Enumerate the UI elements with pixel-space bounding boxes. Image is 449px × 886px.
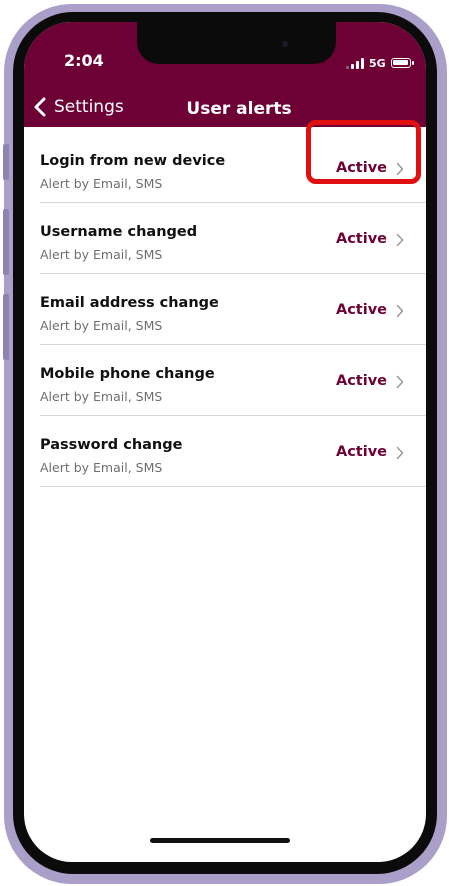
alert-row-email[interactable]: Email address change Alert by Email, SMS… <box>24 274 426 345</box>
screen: 2:04 5G Settings User alerts Login from … <box>24 22 426 862</box>
alert-status: Active <box>335 231 387 247</box>
notch <box>137 22 336 64</box>
alert-subtitle: Alert by Email, SMS <box>40 389 163 404</box>
page-title: User alerts <box>186 99 292 119</box>
alert-row-username[interactable]: Username changed Alert by Email, SMS Act… <box>24 203 426 274</box>
phone-bezel: 2:04 5G Settings User alerts Login from … <box>13 12 437 874</box>
alert-status: Active <box>335 302 387 318</box>
chevron-right-icon <box>396 162 404 176</box>
alert-status: Active <box>335 373 387 389</box>
alert-title: Username changed <box>40 224 198 240</box>
alert-row-password[interactable]: Password change Alert by Email, SMS Acti… <box>24 416 426 487</box>
home-indicator <box>150 838 290 843</box>
battery-icon <box>390 58 414 68</box>
alert-status: Active <box>335 160 387 176</box>
alert-title: Email address change <box>40 295 219 311</box>
alert-title: Mobile phone change <box>40 366 215 382</box>
status-indicators: 5G <box>346 56 414 70</box>
alert-status: Active <box>335 444 387 460</box>
signal-bars-icon <box>346 57 364 69</box>
alert-row-mobile[interactable]: Mobile phone change Alert by Email, SMS … <box>24 345 426 416</box>
alert-subtitle: Alert by Email, SMS <box>40 318 163 333</box>
status-time: 2:04 <box>64 51 104 70</box>
network-label: 5G <box>369 56 386 70</box>
alert-row-login[interactable]: Login from new device Alert by Email, SM… <box>24 132 426 203</box>
alert-subtitle: Alert by Email, SMS <box>40 247 163 262</box>
divider <box>40 486 426 487</box>
camera-icon <box>282 41 288 47</box>
chevron-right-icon <box>396 375 404 389</box>
alert-subtitle: Alert by Email, SMS <box>40 460 163 475</box>
chevron-right-icon <box>396 233 404 247</box>
alerts-list: Login from new device Alert by Email, SM… <box>24 132 426 487</box>
silent-switch <box>3 144 9 180</box>
alert-title: Password change <box>40 437 183 453</box>
app-header: 2:04 5G Settings User alerts <box>24 22 426 127</box>
chevron-right-icon <box>396 304 404 318</box>
chevron-right-icon <box>396 446 404 460</box>
volume-down-button <box>3 294 9 360</box>
phone-frame: 2:04 5G Settings User alerts Login from … <box>3 4 447 884</box>
volume-up-button <box>3 209 9 275</box>
alert-subtitle: Alert by Email, SMS <box>40 176 163 191</box>
alert-title: Login from new device <box>40 153 226 169</box>
